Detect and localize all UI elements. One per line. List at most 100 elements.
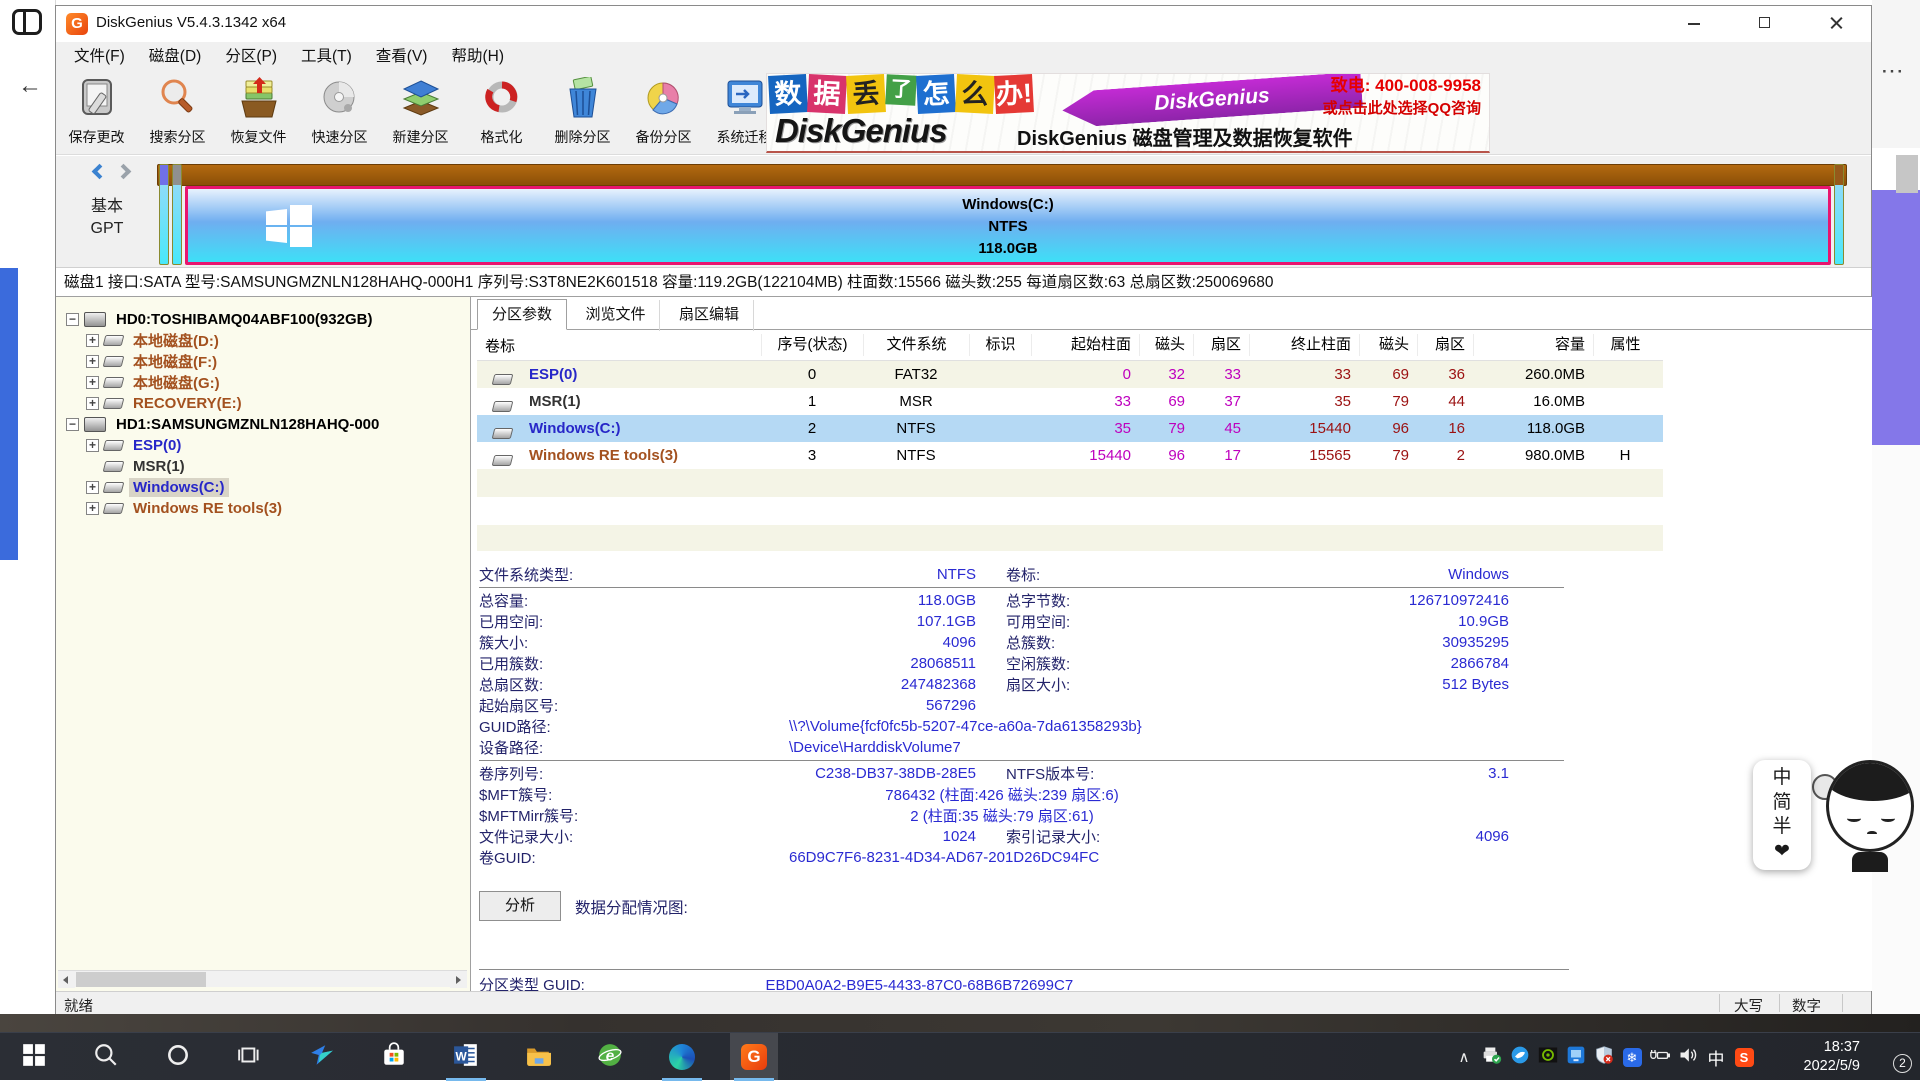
- table-row[interactable]: ESP(0)0FAT3203233336936260.0MB: [477, 361, 1663, 388]
- file-explorer-button[interactable]: [514, 1033, 562, 1081]
- analyze-button[interactable]: 分析: [479, 891, 561, 921]
- column-header[interactable]: 属性: [1593, 334, 1657, 356]
- column-header[interactable]: 磁头: [1359, 334, 1417, 356]
- tree-horizontal-scrollbar[interactable]: [58, 970, 467, 987]
- expander-plus-icon[interactable]: +: [86, 397, 99, 410]
- menu-item[interactable]: 分区(P): [213, 43, 289, 71]
- word-app-button[interactable]: W: [442, 1033, 490, 1081]
- backup-partition-button[interactable]: 备份分区: [623, 72, 704, 153]
- recovery-partition-bar[interactable]: [1834, 164, 1844, 265]
- tray-expand-button[interactable]: ∧: [1450, 1033, 1478, 1081]
- ime-panel-item[interactable]: ❤: [1774, 841, 1790, 863]
- ime-mode-indicator[interactable]: 中: [1702, 1033, 1730, 1081]
- tab-browse-files[interactable]: 浏览文件: [571, 300, 660, 331]
- tray-defender-button[interactable]: [1590, 1033, 1618, 1081]
- expander-plus-icon[interactable]: +: [86, 355, 99, 368]
- msr-partition-bar[interactable]: [172, 164, 182, 265]
- minimize-button[interactable]: [1671, 6, 1717, 40]
- column-header[interactable]: 标识: [969, 334, 1031, 356]
- tab-sector-edit[interactable]: 扇区编辑: [665, 300, 754, 331]
- maximize-button[interactable]: [1742, 6, 1788, 40]
- tree-item[interactable]: +本地磁盘(D:): [56, 330, 470, 351]
- ime-panel-item[interactable]: 中: [1772, 767, 1791, 789]
- tray-power-battery-button[interactable]: [1646, 1033, 1674, 1081]
- browser-360-button[interactable]: e: [586, 1033, 634, 1081]
- tray-volume-button[interactable]: [1674, 1033, 1702, 1081]
- column-header[interactable]: 扇区: [1417, 334, 1473, 356]
- tab-partition-params[interactable]: 分区参数: [477, 299, 567, 330]
- table-row[interactable]: MSR(1)1MSR33693735794416.0MB: [477, 388, 1663, 415]
- table-row[interactable]: Windows RE tools(3)3NTFS1544096171556579…: [477, 442, 1663, 469]
- expander-plus-icon[interactable]: +: [86, 439, 99, 452]
- table-row[interactable]: Windows(C:)2NTFS357945154409616118.0GB: [477, 415, 1663, 442]
- tree-item[interactable]: −HD0:TOSHIBAMQ04ABF100(932GB): [56, 309, 470, 330]
- scrollbar-thumb[interactable]: [76, 972, 206, 987]
- cortana-button[interactable]: [154, 1033, 202, 1081]
- column-header[interactable]: 扇区: [1193, 334, 1249, 356]
- column-header[interactable]: 终止柱面: [1249, 334, 1359, 356]
- delete-partition-button[interactable]: 删除分区: [542, 72, 623, 153]
- ime-panel[interactable]: 中简半 ❤: [1753, 760, 1811, 870]
- feishu-app-button[interactable]: [298, 1033, 346, 1081]
- column-header[interactable]: 起始柱面: [1031, 334, 1139, 356]
- ad-banner[interactable]: 数据丢了怎么办! DiskGenius 致电: 400-008-9958 或点击…: [766, 73, 1490, 153]
- column-header[interactable]: 磁头: [1139, 334, 1193, 356]
- edge-browser-button[interactable]: [658, 1033, 706, 1081]
- menu-item[interactable]: 查看(V): [364, 43, 440, 71]
- tray-bird-app-button[interactable]: [1506, 1033, 1534, 1081]
- tree-item[interactable]: −HD1:SAMSUNGMZNLN128HAHQ-000: [56, 414, 470, 435]
- prev-disk-icon[interactable]: [92, 164, 108, 180]
- esp-partition-bar[interactable]: [159, 164, 169, 265]
- tree-item[interactable]: MSR(1): [56, 456, 470, 477]
- microsoft-store-button[interactable]: [370, 1033, 418, 1081]
- search-partition-button[interactable]: 搜索分区: [137, 72, 218, 153]
- menu-item[interactable]: 磁盘(D): [137, 43, 214, 71]
- column-header[interactable]: 容量: [1473, 334, 1593, 356]
- column-header[interactable]: 文件系统: [863, 334, 969, 356]
- menu-item[interactable]: 文件(F): [62, 43, 137, 71]
- diskgenius-task-button[interactable]: G: [730, 1033, 778, 1081]
- expander-plus-icon[interactable]: +: [86, 481, 99, 494]
- tree-item[interactable]: +本地磁盘(G:): [56, 372, 470, 393]
- column-header[interactable]: 卷标: [477, 335, 761, 356]
- menu-item[interactable]: 工具(T): [289, 43, 364, 71]
- tree-item[interactable]: +RECOVERY(E:): [56, 393, 470, 414]
- close-button[interactable]: [1813, 6, 1859, 40]
- quick-partition-button[interactable]: 快速分区: [299, 72, 380, 153]
- tree-item[interactable]: +本地磁盘(F:): [56, 351, 470, 372]
- new-partition-button[interactable]: 新建分区: [380, 72, 461, 153]
- ime-panel-item[interactable]: 简: [1772, 792, 1791, 814]
- next-disk-icon[interactable]: [116, 164, 132, 180]
- expander-plus-icon[interactable]: +: [86, 502, 99, 515]
- expander-plus-icon[interactable]: +: [86, 376, 99, 389]
- banner-qq-link[interactable]: 或点击此处选择QQ咨询: [1323, 97, 1481, 118]
- tree-item[interactable]: +Windows(C:): [56, 477, 470, 498]
- tray-intel-graphics-button[interactable]: [1562, 1033, 1590, 1081]
- menu-item[interactable]: 帮助(H): [439, 43, 516, 71]
- scroll-right-icon[interactable]: [450, 971, 467, 988]
- taskbar-clock[interactable]: 18:37 2022/5/9: [1768, 1038, 1860, 1076]
- column-header[interactable]: 序号(状态): [761, 334, 863, 356]
- more-options-icon[interactable]: ···: [1882, 62, 1905, 82]
- tray-printer-button[interactable]: [1478, 1033, 1506, 1081]
- task-view-button[interactable]: [226, 1033, 274, 1081]
- tree-item[interactable]: +Windows RE tools(3): [56, 498, 470, 519]
- expander-plus-icon[interactable]: +: [86, 334, 99, 347]
- back-arrow-icon[interactable]: ←: [18, 72, 42, 100]
- ime-mascot[interactable]: [1812, 756, 1920, 872]
- ime-panel-item[interactable]: 半: [1772, 816, 1791, 838]
- expander-minus-icon[interactable]: −: [66, 418, 79, 431]
- recover-files-button[interactable]: 恢复文件: [218, 72, 299, 153]
- expander-minus-icon[interactable]: −: [66, 313, 79, 326]
- format-button[interactable]: 格式化: [461, 72, 542, 153]
- scroll-left-icon[interactable]: [58, 971, 75, 988]
- tree-item[interactable]: +ESP(0): [56, 435, 470, 456]
- windows-c-partition-bar[interactable]: Windows(C:) NTFS 118.0GB: [185, 186, 1831, 265]
- tray-nvidia-button[interactable]: [1534, 1033, 1562, 1081]
- save-changes-button[interactable]: 保存更改: [56, 72, 137, 153]
- notification-center-button[interactable]: 2: [1870, 1033, 1914, 1081]
- tray-snowflake-button[interactable]: ❄: [1618, 1033, 1646, 1081]
- taskbar-search-button[interactable]: [82, 1033, 130, 1081]
- start-button[interactable]: [10, 1033, 58, 1081]
- tray-sogou-button[interactable]: S: [1730, 1033, 1758, 1081]
